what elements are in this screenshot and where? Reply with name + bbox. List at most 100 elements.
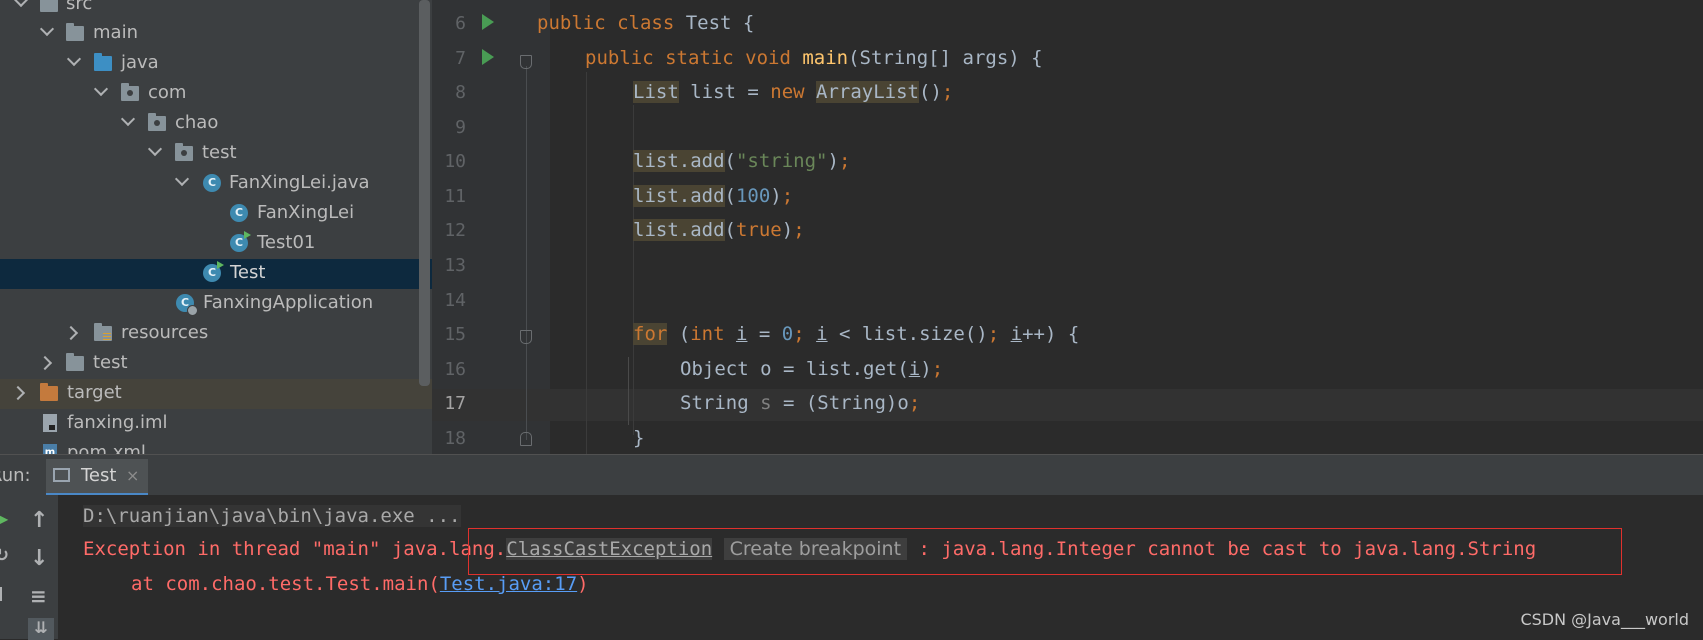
close-icon[interactable]: × (126, 466, 139, 485)
line-number: 11 (444, 186, 466, 207)
line-number-current: 17 (444, 393, 466, 414)
tree-item-label: FanXingLei (257, 202, 355, 223)
chevron-down-icon[interactable] (120, 111, 136, 127)
code-line-6: public class Test { (537, 12, 755, 34)
chevron-right-icon[interactable] (10, 385, 26, 401)
chevron-down-icon[interactable] (93, 81, 109, 97)
stop-icon[interactable] (0, 587, 2, 601)
console-command-line: D:\ruanjian\java\bin\java.exe ... (83, 505, 461, 527)
tree-item-fanxinglei-java[interactable]: C FanXingLei.java (0, 169, 432, 199)
annotation-highlight-box (468, 528, 1622, 575)
modify-run-icon[interactable]: ↻ (0, 545, 9, 566)
arrow-up-icon[interactable]: ↑ (30, 508, 48, 533)
code-line-18: } (633, 427, 645, 449)
tree-item-chao[interactable]: chao (0, 109, 432, 139)
chevron-down-icon[interactable] (13, 0, 29, 8)
tree-item-target[interactable]: target (0, 379, 432, 409)
console-icon (53, 468, 70, 482)
tree-item-test-folder[interactable]: test (0, 349, 432, 379)
tree-item-src[interactable]: src (0, 0, 432, 20)
chevron-down-icon[interactable] (174, 171, 190, 187)
chevron-right-icon[interactable] (63, 325, 79, 341)
line-number: 9 (455, 117, 466, 138)
project-tree: src main java com chao test C FanXingLei… (0, 0, 432, 454)
soft-wrap-icon[interactable]: ≡ (30, 584, 47, 608)
line-number: 16 (444, 359, 466, 380)
excluded-folder-icon (40, 383, 58, 401)
tree-item-main[interactable]: main (0, 19, 432, 49)
tree-item-fanxinglei[interactable]: C FanXingLei (0, 199, 432, 229)
folder-icon (40, 0, 58, 12)
tree-item-pom-xml[interactable]: m pom.xml (0, 439, 432, 454)
line-number: 7 (455, 48, 466, 69)
resources-folder-icon (94, 323, 112, 342)
class-icon: C (230, 204, 248, 222)
arrow-down-icon[interactable]: ↓ (30, 546, 48, 571)
tree-item-test-class[interactable]: C Test (0, 259, 432, 289)
indent-guide (628, 357, 629, 425)
line-number: 15 (444, 324, 466, 345)
scroll-to-end-icon[interactable]: ⇊ (28, 618, 54, 640)
tree-item-label: test (93, 352, 128, 373)
code-line-7: public static void main(String[] args) { (585, 47, 1043, 69)
code-line-15: for (int i = 0; i < list.size(); i++) { (633, 323, 1080, 345)
run-toolbar: ▶ ↻ ↑ ↓ ≡ ⇊ (0, 495, 58, 640)
tree-item-label: java (121, 52, 159, 73)
run-class-gutter-icon[interactable] (482, 14, 494, 30)
code-line-11: list.add(100); (633, 185, 794, 207)
tree-item-test01[interactable]: C Test01 (0, 229, 432, 259)
chevron-right-icon[interactable] (37, 355, 53, 371)
tree-item-java[interactable]: java (0, 49, 432, 79)
line-number: 8 (455, 82, 466, 103)
fold-marker-icon[interactable] (520, 55, 532, 69)
tree-scrollbar[interactable] (419, 0, 430, 386)
fold-marker-icon[interactable] (520, 330, 532, 344)
maven-file-icon: m (43, 444, 57, 454)
tree-item-label: main (93, 22, 138, 43)
tree-item-label: com (148, 82, 187, 103)
run-main-gutter-icon[interactable] (482, 49, 494, 65)
source-folder-icon (94, 53, 112, 71)
fold-marker-icon[interactable] (520, 432, 532, 446)
chevron-down-icon[interactable] (39, 21, 55, 37)
tree-item-label: target (67, 382, 122, 403)
tree-item-label: fanxing.iml (67, 412, 168, 433)
rerun-icon[interactable]: ▶ (0, 509, 8, 528)
tree-item-com[interactable]: com (0, 79, 432, 109)
tree-item-label: pom.xml (67, 442, 146, 454)
line-number: 6 (455, 13, 466, 34)
run-label: Run: (0, 465, 31, 486)
tree-item-resources[interactable]: resources (0, 319, 432, 349)
tree-item-label: src (66, 0, 93, 14)
class-file-icon: C (203, 174, 221, 192)
tree-item-label: FanxingApplication (203, 292, 374, 313)
caret-row-highlight (432, 389, 1703, 421)
tree-item-test-package[interactable]: test (0, 139, 432, 169)
folder-icon (66, 353, 84, 371)
line-number: 13 (444, 255, 466, 276)
fold-guide-line (526, 66, 527, 440)
line-number: 10 (444, 151, 466, 172)
spring-app-class-icon: C (176, 294, 198, 316)
code-line-16: Object o = list.get(i); (680, 358, 944, 380)
runnable-class-icon: C (230, 231, 251, 252)
iml-file-icon (43, 414, 57, 432)
package-icon (121, 83, 139, 101)
folder-icon (66, 23, 84, 41)
code-line-12: list.add(true); (633, 219, 805, 241)
package-icon (175, 143, 193, 161)
stacktrace-source-link[interactable]: Test.java:17 (440, 573, 577, 595)
tree-item-label: chao (175, 112, 219, 133)
runnable-class-icon: C (203, 261, 224, 282)
line-number: 12 (444, 220, 466, 241)
run-tab-label: Test (81, 465, 117, 486)
tree-item-label: test (202, 142, 237, 163)
chevron-down-icon[interactable] (147, 141, 163, 157)
chevron-down-icon[interactable] (66, 51, 82, 67)
tree-item-fanxingapplication[interactable]: C FanxingApplication (0, 289, 432, 319)
code-line-17: String s = (String)o; (680, 392, 921, 414)
package-icon (148, 113, 166, 131)
run-tool-window-header: Run: Test × (0, 454, 1703, 496)
code-line-8: List list = new ArrayList(); (633, 81, 954, 103)
tree-item-fanxing-iml[interactable]: fanxing.iml (0, 409, 432, 439)
